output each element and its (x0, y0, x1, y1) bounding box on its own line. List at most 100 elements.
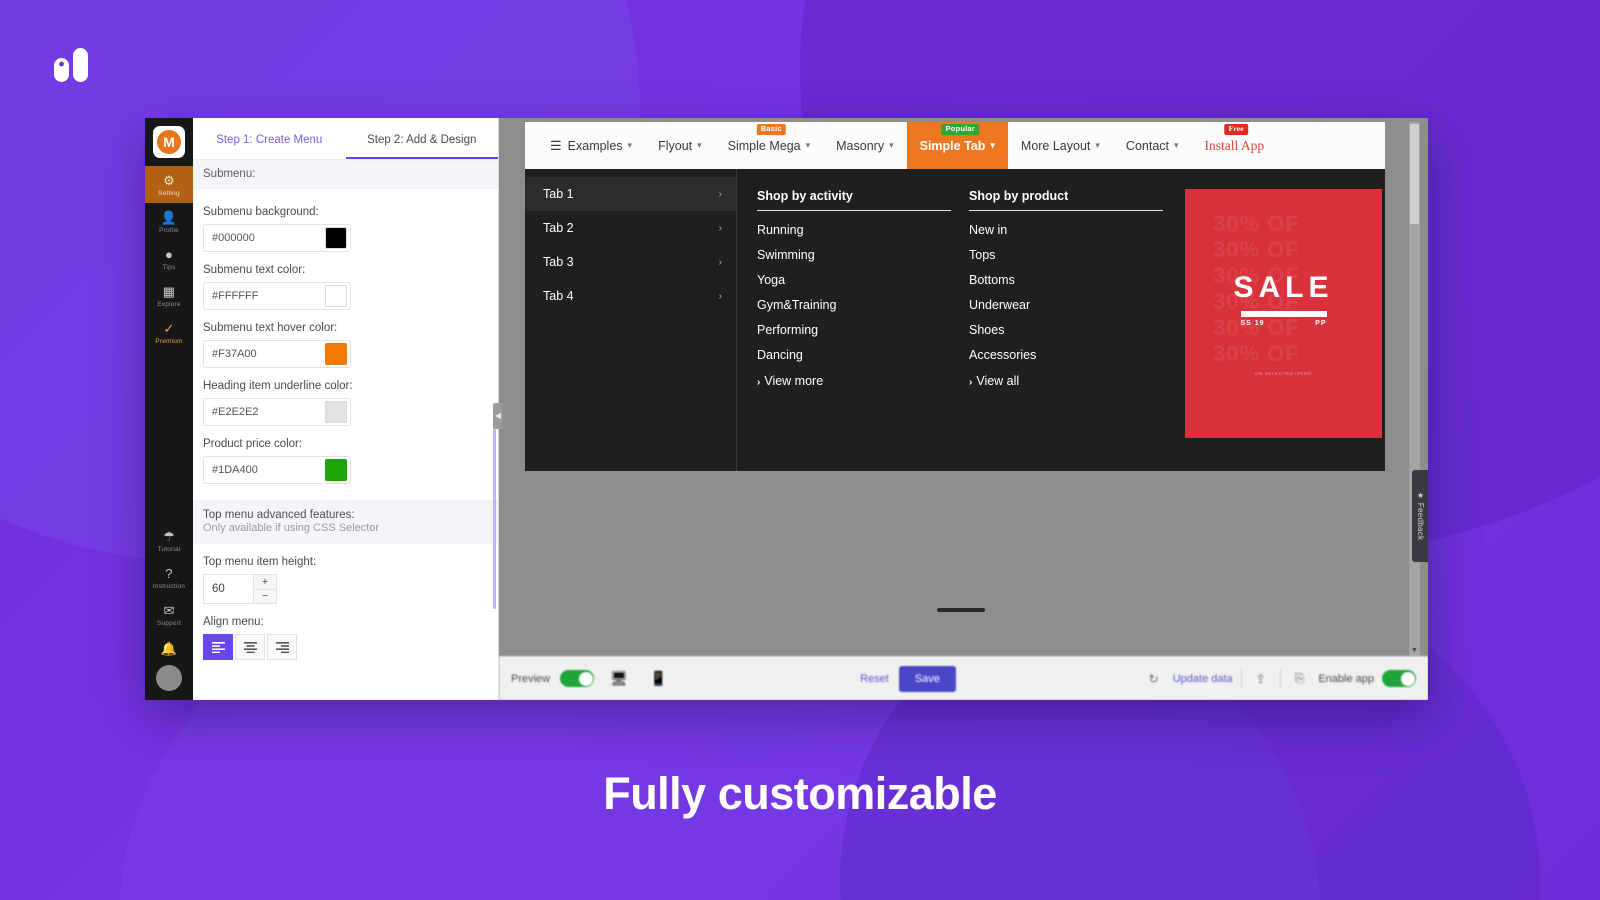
sidebar-item-instruction[interactable]: ? Instruction (145, 559, 193, 596)
scrollbar-thumb[interactable] (1410, 124, 1419, 224)
mega-link[interactable]: Accessories (969, 342, 1181, 367)
align-center-button[interactable] (235, 634, 265, 660)
nav-item-simple-mega[interactable]: Basic Simple Mega ▾ (715, 122, 823, 169)
preview-scrollbar[interactable]: ▲ ▼ (1409, 122, 1420, 656)
chevron-right-icon: › (718, 256, 722, 268)
sidebar-item-tutorial[interactable]: ☂ Tutorial (145, 522, 193, 559)
mega-link[interactable]: Dancing (757, 342, 969, 367)
app-logo-mark-icon (48, 42, 96, 90)
align-right-icon (275, 641, 289, 653)
promo-rule (1240, 311, 1327, 317)
nav-item-flyout[interactable]: Flyout ▾ (645, 122, 715, 169)
color-swatch[interactable] (325, 401, 347, 423)
sidebar-item-tips[interactable]: ● Tips (145, 240, 193, 277)
align-right-button[interactable] (267, 634, 297, 660)
nav-item-label: Simple Tab (919, 138, 986, 153)
view-more-link[interactable]: › View more (757, 367, 969, 388)
tab-step-1[interactable]: Step 1: Create Menu (193, 118, 346, 159)
color-input-heading-underline-color[interactable]: #E2E2E2 (203, 398, 351, 426)
promo-meta: SS 19 PP (1241, 320, 1327, 327)
sidebar-item-profile[interactable]: 👤 Profile (145, 203, 193, 240)
nav-item-examples[interactable]: ☰ Examples ▾ (537, 122, 645, 169)
mega-tab-label: Tab 2 (543, 221, 574, 235)
reset-button[interactable]: Reset (860, 673, 889, 685)
save-button[interactable]: Save (898, 665, 956, 692)
check-icon: ✓ (163, 321, 175, 336)
field-label: Submenu text hover color: (203, 322, 338, 334)
color-swatch[interactable] (325, 227, 347, 249)
color-swatch[interactable] (325, 285, 347, 307)
column-heading: Shop by product (969, 189, 1163, 211)
sidebar-item-explore[interactable]: ▦ Explore (145, 277, 193, 314)
desktop-icon[interactable]: 🖥 (604, 670, 634, 687)
promo-banner[interactable]: 30% OF 30% OF 30% OF 30% OF 30% OF 30% O… (1185, 189, 1382, 438)
sidebar-logo[interactable]: M (153, 126, 185, 158)
mega-link[interactable]: Running (757, 211, 969, 242)
view-all-link[interactable]: › View all (969, 367, 1181, 388)
mega-link[interactable]: Tops (969, 242, 1181, 267)
chevron-down-icon: ▾ (697, 140, 702, 150)
refresh-icon[interactable]: ↻ (1143, 672, 1165, 686)
chevron-left-icon[interactable]: ◀ (493, 403, 503, 429)
nav-item-contact[interactable]: Contact ▾ (1113, 122, 1192, 169)
mega-link[interactable]: Yoga (757, 267, 969, 292)
sidebar-item-premium[interactable]: ✓ Premium (145, 314, 193, 351)
toggle-knob (1400, 671, 1415, 686)
align-left-button[interactable] (203, 634, 233, 660)
mail-icon: ✉ (163, 603, 175, 618)
height-stepper[interactable]: 60 + − (203, 574, 277, 604)
color-swatch[interactable] (325, 459, 347, 481)
height-value[interactable]: 60 (203, 574, 253, 604)
share-icon[interactable]: ⇪ (1250, 672, 1272, 686)
mega-link[interactable]: Underwear (969, 292, 1181, 317)
mega-tab-3[interactable]: Tab 3 › (525, 245, 736, 279)
mega-link[interactable]: Shoes (969, 317, 1181, 342)
stepper-decrement-button[interactable]: − (253, 588, 277, 604)
align-button-group (203, 634, 488, 660)
sidebar-item-setting[interactable]: ⚙ Setting (145, 166, 193, 203)
feedback-tab[interactable]: ★ Feedback (1412, 470, 1428, 562)
field-submenu-background: Submenu background: #000000 (193, 206, 498, 252)
nav-item-masonry[interactable]: Masonry ▾ (823, 122, 906, 169)
update-data-button[interactable]: Update data (1173, 673, 1233, 685)
mega-link[interactable]: Bottoms (969, 267, 1181, 292)
mobile-icon[interactable]: 📱 (644, 670, 673, 687)
bulb-icon: ● (164, 247, 174, 262)
mega-column-product: Shop by product New in Tops Bottoms Unde… (969, 189, 1181, 471)
sidebar-item-support[interactable]: ✉ Support (145, 596, 193, 633)
bell-icon[interactable]: 🔔 (161, 633, 177, 659)
scroll-down-icon[interactable]: ▼ (1409, 645, 1420, 656)
nav-item-install-app[interactable]: Free Install App (1192, 122, 1278, 169)
nav-item-more-layout[interactable]: More Layout ▾ (1008, 122, 1113, 169)
mega-link[interactable]: Swimming (757, 242, 969, 267)
color-input-submenu-text-hover-color[interactable]: #F37A00 (203, 340, 351, 368)
color-input-product-price-color[interactable]: #1DA400 (203, 456, 351, 484)
stepper-buttons: + − (253, 574, 277, 604)
mega-tab-2[interactable]: Tab 2 › (525, 211, 736, 245)
mega-tab-4[interactable]: Tab 4 › (525, 279, 736, 313)
color-value: #FFFFFF (212, 290, 259, 302)
color-swatch[interactable] (325, 343, 347, 365)
enable-app-toggle[interactable] (1382, 670, 1417, 687)
duplicate-icon[interactable]: ⎘ (1289, 671, 1311, 686)
site-preview: ☰ Examples ▾ Flyout ▾ Basic Simple Mega … (525, 122, 1385, 471)
panel-scrollbar[interactable] (493, 429, 496, 609)
panel-tabs: Step 1: Create Menu Step 2: Add & Design (193, 118, 498, 160)
tab-step-2[interactable]: Step 2: Add & Design (345, 118, 498, 159)
sidebar-rail: M ⚙ Setting 👤 Profile ● Tips ▦ Explore ✓… (145, 118, 193, 700)
device-handle[interactable] (936, 608, 985, 612)
mega-link[interactable]: New in (969, 211, 1181, 242)
mega-link[interactable]: Performing (757, 317, 969, 342)
color-input-submenu-background[interactable]: #000000 (203, 224, 351, 252)
nav-item-label: More Layout (1020, 138, 1091, 153)
preview-toggle[interactable] (560, 670, 595, 687)
mega-link[interactable]: Gym&Training (757, 292, 969, 317)
mega-tab-1[interactable]: Tab 1 › (525, 177, 736, 211)
nav-item-simple-tab[interactable]: Popular Simple Tab ▾ (906, 122, 1008, 169)
star-icon: ★ (1416, 491, 1425, 501)
status-badge: Basic (756, 124, 786, 135)
chevron-down-icon: ▾ (889, 140, 894, 150)
color-input-submenu-text-color[interactable]: #FFFFFF (203, 282, 351, 310)
stepper-increment-button[interactable]: + (253, 574, 277, 589)
avatar[interactable] (156, 665, 182, 691)
